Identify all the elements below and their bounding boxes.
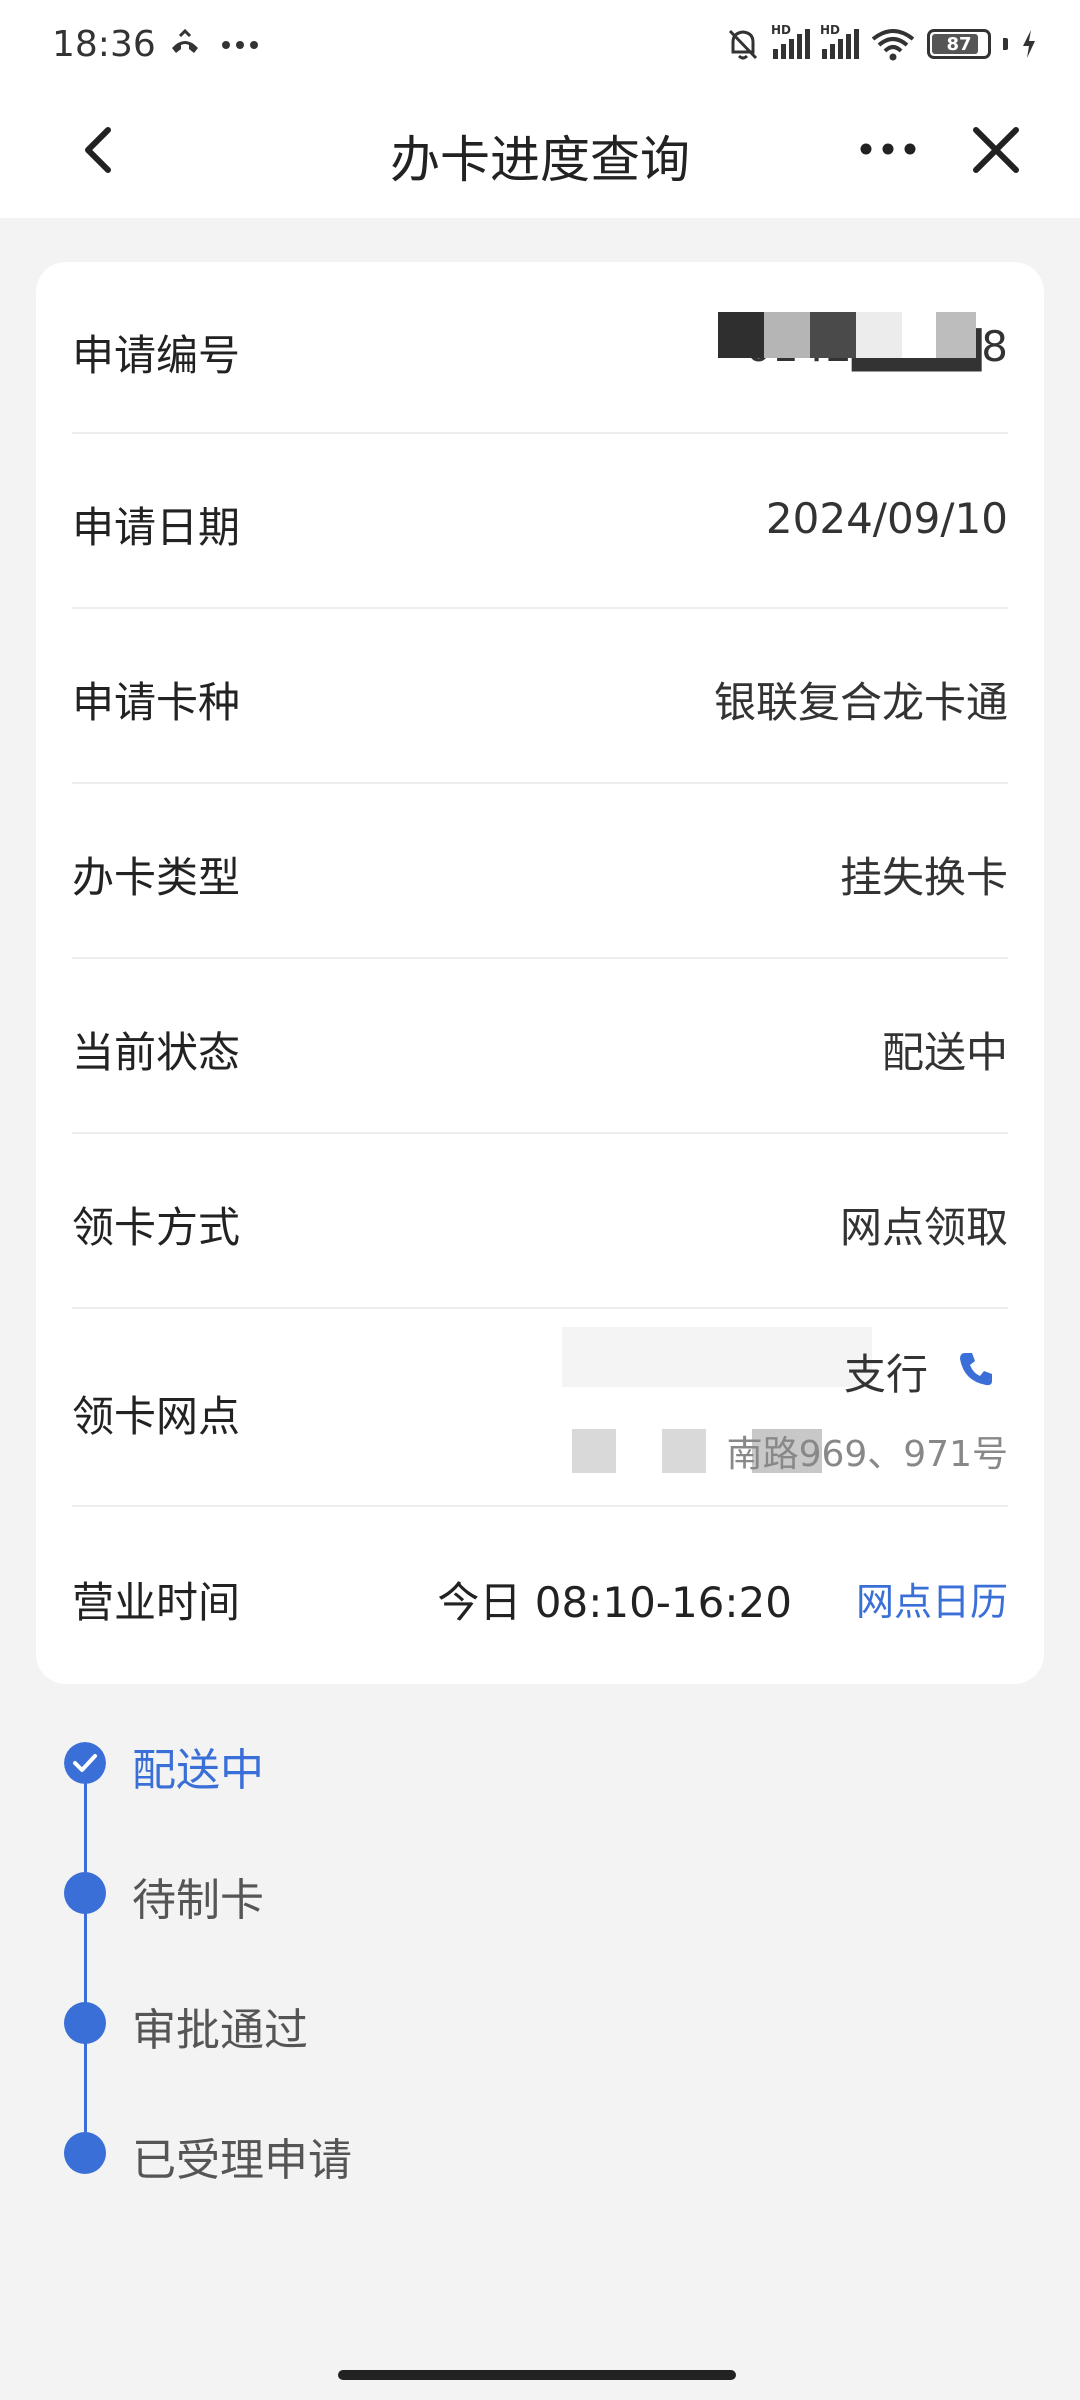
nav-bar: 办卡进度查询 — [0, 98, 1080, 218]
status-time: 18:36 — [52, 24, 156, 65]
timeline-step: 审批通过 — [56, 1990, 656, 2056]
timeline-step: 配送中 — [56, 1730, 656, 1796]
detail-label: 申请编号 — [72, 331, 241, 380]
detail-row-application-date: 申请日期 2024/09/10 — [72, 434, 1008, 609]
progress-timeline: 配送中 待制卡 审批通过 已受理申请 — [56, 1730, 656, 2200]
wifi-icon — [871, 29, 915, 61]
detail-label: 营业时间 — [72, 1578, 241, 1627]
detail-value: 挂失换卡 — [839, 853, 1008, 902]
redaction-mask — [764, 312, 810, 358]
timeline-step: 已受理申请 — [56, 2120, 656, 2186]
battery-level: 87 — [946, 33, 972, 55]
timeline-step: 待制卡 — [56, 1860, 656, 1926]
charging-icon — [1023, 30, 1035, 58]
signal-hd-icon: HD — [771, 23, 810, 59]
detail-row-pickup-branch[interactable]: 领卡网点 支行 南路969、971号 — [72, 1309, 1008, 1507]
timeline-step-label: 已受理申请 — [132, 2135, 352, 2186]
mute-bell-icon — [728, 29, 758, 60]
phone-icon[interactable] — [956, 1349, 996, 1389]
detail-label: 领卡网点 — [72, 1392, 241, 1441]
timeline-step-label: 审批通过 — [132, 2005, 308, 2056]
check-circle-icon — [64, 1742, 106, 1784]
branch-calendar-link[interactable]: 网点日历 — [856, 1571, 1008, 1626]
detail-label: 领卡方式 — [72, 1203, 241, 1252]
signal-hd-icon: HD — [820, 23, 859, 59]
battery-icon: 87 — [927, 29, 991, 59]
application-details-card: 申请编号 0142▇▇▇▇8 申请日期 2024/09/10 申请卡种 银联复合… — [36, 262, 1044, 1684]
battery-tip — [1003, 38, 1008, 50]
redaction-mask — [572, 1429, 616, 1473]
detail-label: 申请卡种 — [72, 678, 241, 727]
detail-row-card-type: 申请卡种 银联复合龙卡通 — [72, 609, 1008, 784]
status-right-icons: HD HD 87 — [725, 23, 1038, 62]
hd-label: HD — [820, 23, 841, 37]
redaction-mask — [810, 312, 856, 358]
close-icon[interactable] — [966, 120, 1026, 180]
branch-name: 支行 — [843, 1350, 928, 1399]
redaction-mask — [718, 312, 764, 358]
more-dots-icon — [222, 41, 258, 49]
timeline-line — [84, 1760, 87, 2150]
status-bar: 18:36 HD HD 87 — [0, 0, 1080, 98]
timeline-step-label: 待制卡 — [132, 1875, 264, 1926]
redaction-mask — [662, 1429, 706, 1473]
business-hours-value: 今日 08:10-16:20 — [437, 1578, 792, 1627]
detail-value: 网点领取 — [839, 1203, 1008, 1252]
home-indicator[interactable] — [338, 2370, 736, 2380]
branch-address: 南路969、971号 — [726, 1434, 1008, 1475]
redaction-mask — [562, 1327, 872, 1387]
detail-row-current-status: 当前状态 配送中 — [72, 959, 1008, 1134]
more-icon[interactable] — [856, 124, 920, 174]
detail-row-application-type: 办卡类型 挂失换卡 — [72, 784, 1008, 959]
detail-label: 办卡类型 — [72, 853, 241, 902]
timeline-dot — [64, 2132, 106, 2174]
redaction-mask — [936, 312, 976, 358]
status-left-icons — [168, 28, 260, 62]
timeline-dot — [64, 2002, 106, 2044]
detail-value: 2024/09/10 — [765, 494, 1008, 543]
call-icon — [172, 28, 198, 53]
detail-value: 银联复合龙卡通 — [713, 678, 1008, 727]
detail-row-pickup-method: 领卡方式 网点领取 — [72, 1134, 1008, 1309]
redaction-mask — [856, 312, 902, 358]
detail-label: 当前状态 — [72, 1028, 241, 1077]
timeline-step-label: 配送中 — [132, 1745, 264, 1796]
detail-row-business-hours: 营业时间 今日 08:10-16:20 网点日历 — [72, 1507, 1008, 1684]
timeline-dot — [64, 1872, 106, 1914]
detail-label: 申请日期 — [72, 503, 241, 552]
detail-value: 配送中 — [881, 1028, 1008, 1077]
hd-label: HD — [771, 23, 792, 37]
